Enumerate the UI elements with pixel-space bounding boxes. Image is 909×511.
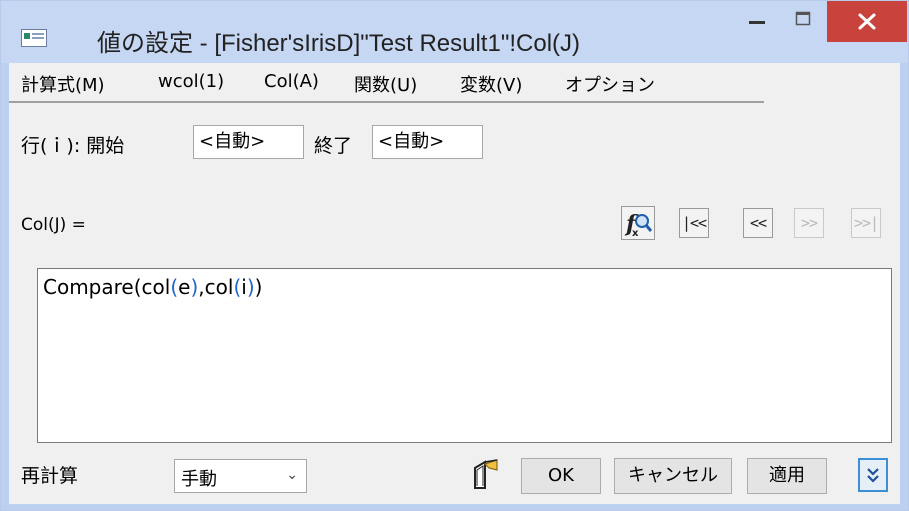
cancel-button[interactable]: キャンセル (614, 458, 732, 494)
menu-col[interactable]: Col(A) (264, 71, 319, 92)
app-icon (21, 29, 47, 47)
close-icon[interactable] (827, 1, 907, 42)
previous-column-button[interactable]: << (743, 208, 773, 238)
menu-wcol[interactable]: wcol(1) (158, 71, 224, 92)
code-col-2: col (204, 275, 234, 299)
formula-editor[interactable]: Compare(col(e),col(i)) (37, 268, 892, 443)
row-end-label: 終了 (314, 135, 353, 157)
last-column-button[interactable]: >>| (851, 208, 881, 238)
code-arg1-open: ( (170, 275, 179, 299)
code-function: Compare (43, 275, 134, 299)
row-range-label: 行(ｉ): 開始 (21, 135, 125, 157)
apply-button[interactable]: 適用 (747, 458, 827, 494)
menu-variables[interactable]: 変数(V) (460, 71, 522, 97)
worksheet-tool-icon[interactable] (467, 456, 503, 492)
row-end-input[interactable]: <自動> (372, 125, 483, 159)
code-col-1: col (141, 275, 171, 299)
dialog-body: 計算式(M) wcol(1) Col(A) 関数(U) 変数(V) オプション … (9, 63, 900, 504)
double-chevron-down-icon[interactable] (858, 458, 888, 492)
menu-bar: 計算式(M) wcol(1) Col(A) 関数(U) 変数(V) オプション (9, 63, 764, 103)
row-start-input[interactable]: <自動> (193, 125, 304, 159)
next-column-button[interactable]: >> (794, 208, 824, 238)
code-arg1: e (178, 275, 191, 299)
window-title: 値の設定 - [Fisher'sIrisD]"Test Result1"!Col… (97, 30, 581, 57)
menu-functions[interactable]: 関数(U) (354, 71, 417, 97)
ok-button[interactable]: OK (521, 458, 601, 494)
minimize-icon[interactable] (735, 1, 779, 42)
maximize-icon[interactable] (781, 1, 825, 42)
recalculate-select[interactable]: 手動 ⌄ (174, 459, 307, 493)
dialog-window: 値の設定 - [Fisher'sIrisD]"Test Result1"!Col… (0, 0, 909, 511)
recalculate-label: 再計算 (21, 465, 79, 487)
code-close-paren: ) (254, 275, 263, 299)
formula-text: Compare(col(e),col(i)) (43, 275, 262, 299)
svg-text:x: x (632, 228, 639, 239)
title-bar[interactable]: 値の設定 - [Fisher'sIrisD]"Test Result1"!Col… (1, 1, 908, 63)
code-arg2-close: ) (246, 275, 255, 299)
code-open-paren: ( (133, 275, 142, 299)
function-search-icon[interactable]: f x (621, 206, 655, 240)
formula-label: Col(J) = (21, 215, 86, 235)
recalculate-value: 手動 (181, 469, 217, 490)
first-column-button[interactable]: |<< (679, 208, 709, 238)
chevron-down-icon: ⌄ (286, 467, 298, 483)
menu-options[interactable]: オプション (565, 71, 655, 97)
menu-formula[interactable]: 計算式(M) (21, 71, 105, 97)
